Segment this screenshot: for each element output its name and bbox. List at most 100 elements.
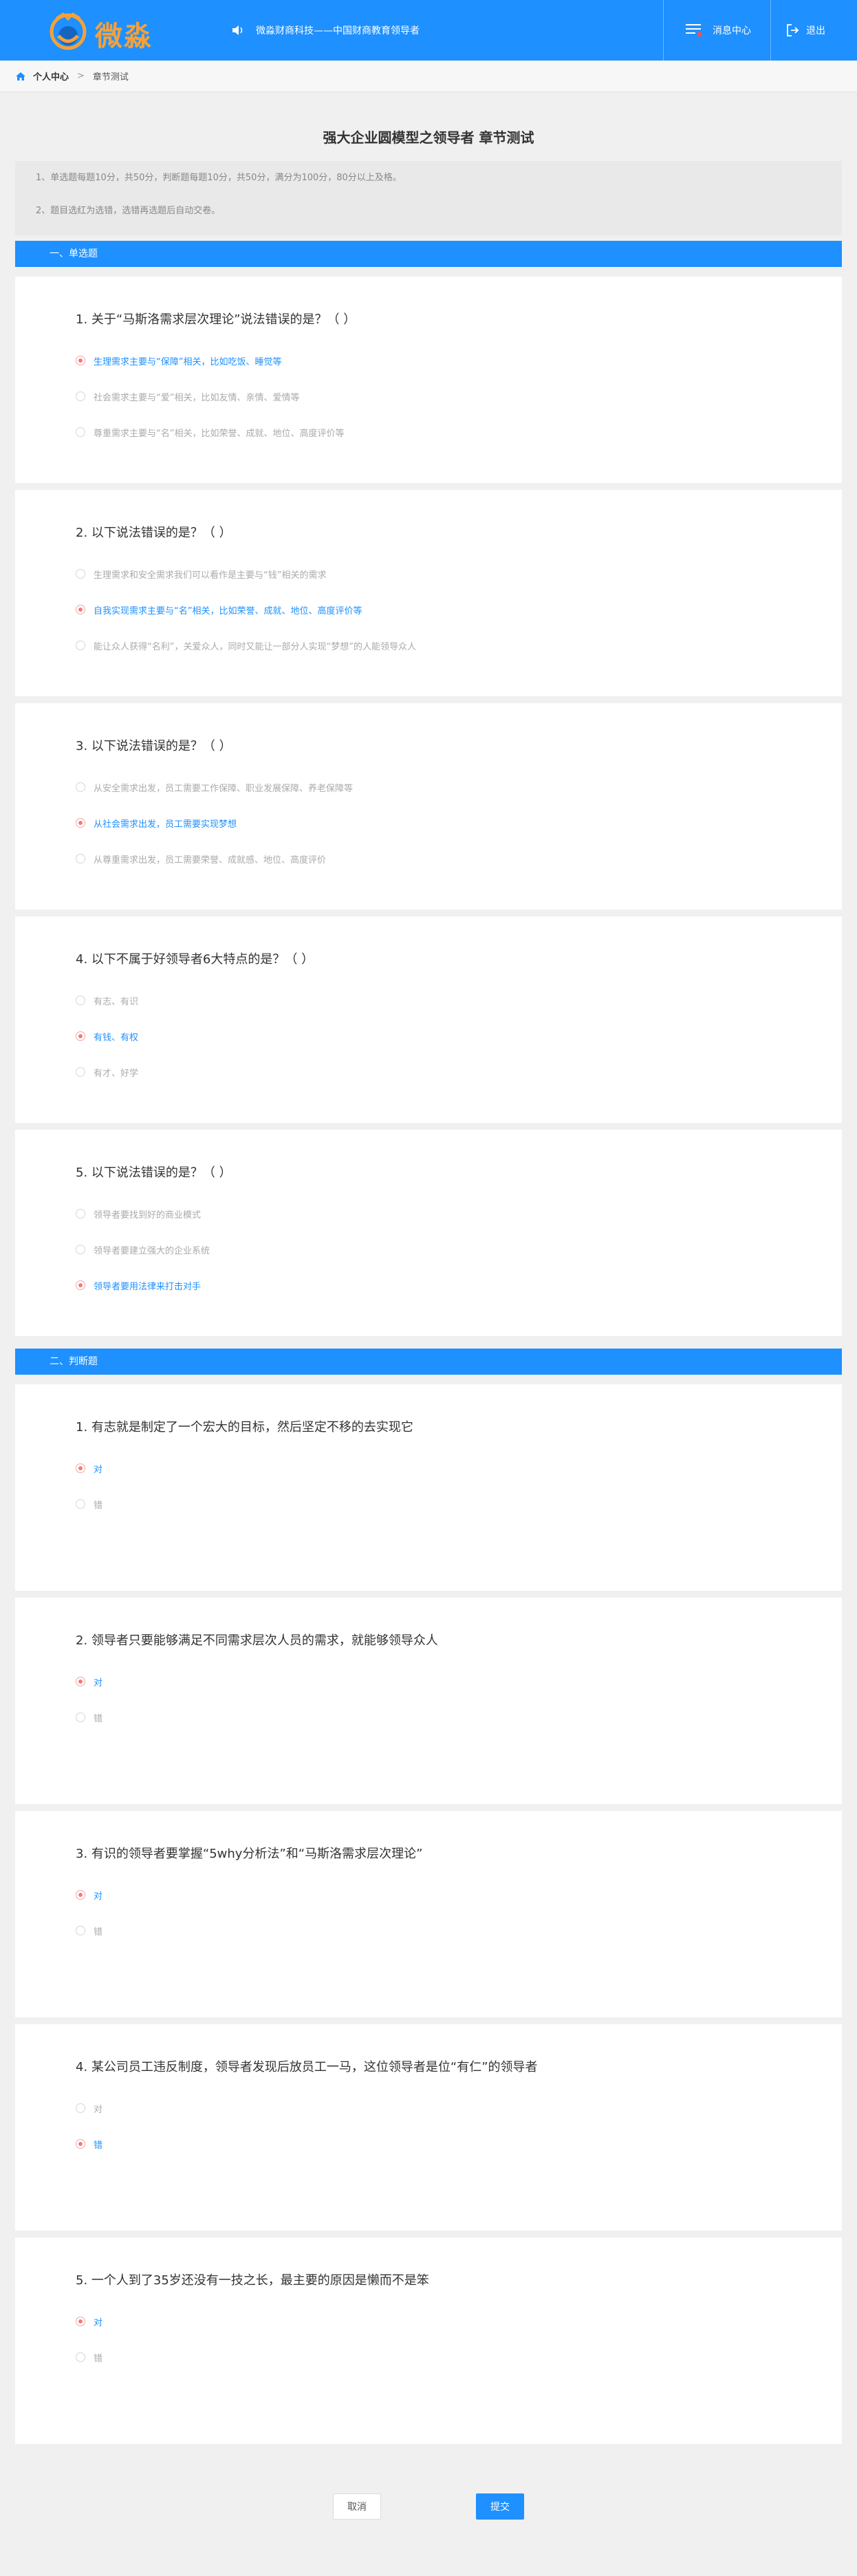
radio-icon	[76, 1245, 85, 1254]
radio-icon	[76, 1463, 85, 1473]
answer-option[interactable]: 领导者要找到好的商业模式	[76, 1207, 201, 1221]
question-title: 5. 一个人到了35岁还没有一技之长，最主要的原因是懒而不是笨	[76, 2273, 429, 2288]
answer-option[interactable]: 从尊重需求出发，员工需要荣誉、成就感、地位、高度评价	[76, 852, 326, 866]
logout-button[interactable]: 退出	[785, 21, 825, 40]
answer-option[interactable]: 对	[76, 1461, 102, 1475]
breadcrumb: 个人中心 > 章节测试	[0, 61, 857, 92]
radio-icon	[76, 818, 85, 828]
question-card: 2. 以下说法错误的是？（ ） 生理需求和安全需求我们可以看作是主要与“钱”相关…	[15, 490, 842, 696]
answer-option[interactable]: 对	[76, 2101, 102, 2115]
radio-icon	[76, 427, 85, 437]
answer-option[interactable]: 对	[76, 2315, 102, 2328]
radio-icon	[76, 996, 85, 1005]
answer-option[interactable]: 自我实现需求主要与“名”相关，比如荣誉、成就、地位、高度评价等	[76, 603, 362, 616]
option-label: 对	[94, 1464, 103, 1475]
answer-option[interactable]: 错	[76, 1710, 102, 1724]
section-true-false: 二、判断题	[15, 1349, 842, 1375]
radio-icon	[76, 569, 85, 579]
answer-option[interactable]: 从安全需求出发，员工需要工作保障、职业发展保障、养老保障等	[76, 780, 353, 794]
answer-option[interactable]: 有钱、有权	[76, 1029, 138, 1043]
option-label: 生理需求主要与“保障”相关，比如吃饭、睡觉等	[94, 356, 282, 367]
radio-icon	[76, 1713, 85, 1722]
submit-button[interactable]: 提交	[476, 2493, 524, 2520]
question-card: 3. 以下说法错误的是？（ ） 从安全需求出发，员工需要工作保障、职业发展保障、…	[15, 703, 842, 910]
radio-icon	[76, 356, 85, 365]
top-header: 微淼 微淼财商科技——中国财商教育领导者 消息中心 退出	[0, 0, 857, 61]
answer-option[interactable]: 错	[76, 2137, 102, 2151]
answer-option[interactable]: 错	[76, 1497, 102, 1511]
option-label: 从尊重需求出发，员工需要荣誉、成就感、地位、高度评价	[94, 855, 327, 866]
question-card: 4. 以下不属于好领导者6大特点的是？（ ） 有志、有识 有钱、有权 有才、好学	[15, 916, 842, 1123]
question-card: 4. 某公司员工违反制度，领导者发现后放员工一马，这位领导者是位“有仁”的领导者…	[15, 2024, 842, 2231]
question-title: 2. 以下说法错误的是？（ ）	[76, 526, 232, 540]
question-card: 2. 领导者只要能够满足不同需求层次人员的需求，就能够领导众人 对 错	[15, 1598, 842, 1804]
question-title: 2. 领导者只要能够满足不同需求层次人员的需求，就能够领导众人	[76, 1633, 438, 1648]
notice-line: 1、单选题每题10分，共50分，判断题每题10分，共50分，满分为100分，80…	[36, 173, 402, 183]
radio-icon	[76, 1677, 85, 1686]
answer-option[interactable]: 领导者要建立强大的企业系统	[76, 1243, 210, 1256]
radio-icon	[76, 2139, 85, 2149]
radio-icon	[76, 2352, 85, 2362]
radio-icon	[76, 1209, 85, 1219]
answer-option[interactable]: 从社会需求出发，员工需要实现梦想	[76, 816, 237, 830]
message-center-button[interactable]: 消息中心	[685, 21, 751, 40]
question-title: 4. 以下不属于好领导者6大特点的是？（ ）	[76, 952, 314, 967]
radio-icon	[76, 1926, 85, 1935]
answer-option[interactable]: 对	[76, 1675, 102, 1688]
answer-option[interactable]: 生理需求和安全需求我们可以看作是主要与“钱”相关的需求	[76, 567, 326, 581]
option-label: 错	[94, 2353, 103, 2364]
breadcrumb-current: 章节测试	[92, 72, 129, 83]
answer-option[interactable]: 错	[76, 1924, 102, 1938]
option-label: 能让众人获得“名利”，关爱众人，同时又能让一部分人实现“梦想”的人能领导众人	[94, 641, 416, 652]
radio-icon	[76, 1031, 85, 1041]
radio-icon	[76, 2317, 85, 2326]
answer-option[interactable]: 有志、有识	[76, 994, 138, 1007]
radio-icon	[76, 2103, 85, 2113]
option-label: 错	[94, 1500, 103, 1511]
option-label: 有才、好学	[94, 1068, 139, 1079]
announcement-text: 微淼财商科技——中国财商教育领导者	[256, 25, 420, 36]
question-title: 3. 有识的领导者要掌握“5why分析法”和“马斯洛需求层次理论”	[76, 1847, 423, 1861]
option-label: 生理需求和安全需求我们可以看作是主要与“钱”相关的需求	[94, 570, 327, 581]
answer-option[interactable]: 对	[76, 1888, 102, 1902]
option-label: 社会需求主要与“爱”相关，比如友情、亲情、爱情等	[94, 392, 300, 403]
option-label: 从社会需求出发，员工需要实现梦想	[94, 819, 237, 830]
option-label: 错	[94, 1713, 103, 1724]
question-title: 3. 以下说法错误的是？（ ）	[76, 739, 232, 753]
answer-option[interactable]: 有才、好学	[76, 1065, 138, 1079]
home-icon	[16, 72, 25, 80]
option-label: 对	[94, 2104, 103, 2115]
radio-icon	[76, 1067, 85, 1077]
radio-icon	[76, 854, 85, 863]
question-title: 1. 关于“马斯洛需求层次理论”说法错误的是？（ ）	[76, 312, 356, 327]
logout-label: 退出	[806, 25, 825, 36]
option-label: 自我实现需求主要与“名”相关，比如荣誉、成就、地位、高度评价等	[94, 605, 362, 616]
question-title: 4. 某公司员工违反制度，领导者发现后放员工一马，这位领导者是位“有仁”的领导者	[76, 2060, 538, 2074]
radio-icon	[76, 1499, 85, 1509]
header-divider	[770, 0, 771, 61]
message-icon	[686, 24, 702, 37]
question-title: 5. 以下说法错误的是？（ ）	[76, 1166, 232, 1180]
header-divider	[663, 0, 664, 61]
option-label: 有志、有识	[94, 996, 139, 1007]
question-card: 1. 关于“马斯洛需求层次理论”说法错误的是？（ ） 生理需求主要与“保障”相关…	[15, 277, 842, 483]
answer-option[interactable]: 生理需求主要与“保障”相关，比如吃饭、睡觉等	[76, 354, 281, 367]
section-single-choice: 一、单选题	[15, 241, 842, 267]
answer-option[interactable]: 社会需求主要与“爱”相关，比如友情、亲情、爱情等	[76, 389, 299, 403]
option-label: 对	[94, 1891, 103, 1902]
logo-text: 微淼	[95, 21, 153, 52]
answer-option[interactable]: 能让众人获得“名利”，关爱众人，同时又能让一部分人实现“梦想”的人能领导众人	[76, 638, 416, 652]
option-label: 尊重需求主要与“名”相关，比如荣誉、成就、地位、高度评价等	[94, 428, 345, 439]
radio-icon	[76, 391, 85, 401]
message-center-label: 消息中心	[713, 25, 751, 36]
radio-icon	[76, 1890, 85, 1900]
answer-option[interactable]: 尊重需求主要与“名”相关，比如荣誉、成就、地位、高度评价等	[76, 425, 344, 439]
cancel-button[interactable]: 取消	[333, 2493, 381, 2520]
exam-notice: 1、单选题每题10分，共50分，判断题每题10分，共50分，满分为100分，80…	[15, 161, 842, 235]
answer-option[interactable]: 领导者要用法律来打击对手	[76, 1278, 201, 1292]
breadcrumb-separator: >	[77, 71, 85, 81]
logout-icon	[787, 24, 799, 36]
option-label: 错	[94, 2140, 103, 2151]
answer-option[interactable]: 错	[76, 2350, 102, 2364]
breadcrumb-home-link[interactable]: 个人中心	[33, 69, 69, 83]
